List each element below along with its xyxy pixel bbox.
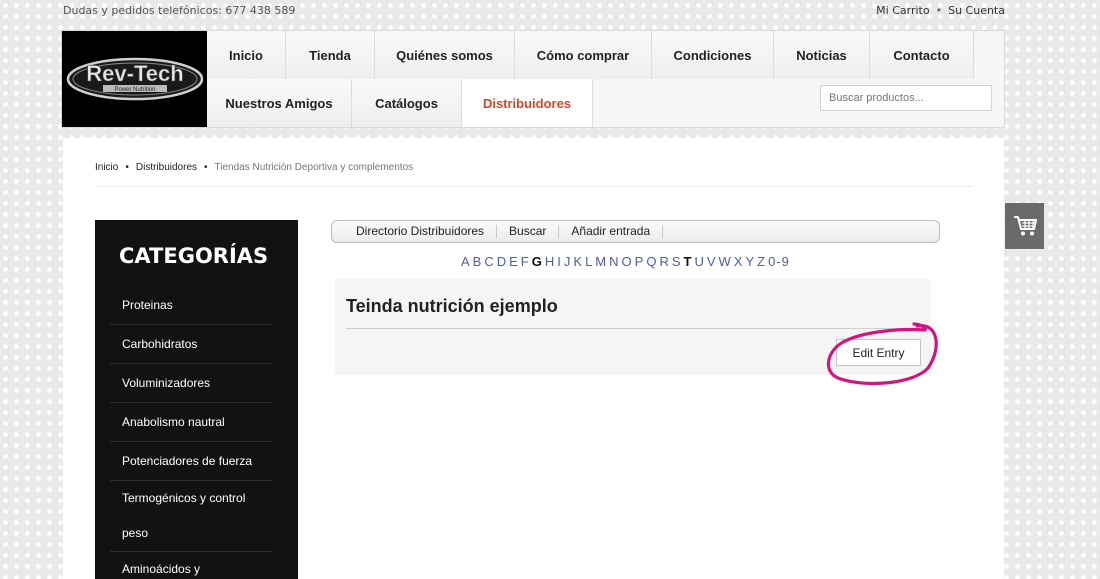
nav-tienda[interactable]: Tienda [286,31,375,79]
category-item-carbohidratos[interactable]: Carbohidratos [110,325,272,364]
letter-link[interactable]: M [595,254,607,269]
category-item-termogenicos[interactable]: Termogénicos y control [110,481,272,516]
entry-divider [346,328,931,329]
my-cart-link[interactable]: Mi Carrito [876,4,929,17]
breadcrumb-divider [95,186,973,187]
logo-text: Rev-Tech [86,61,183,86]
top-links: Mi Carrito • Su Cuenta [876,4,1005,17]
letter-link[interactable]: Z [757,254,766,269]
letter-link[interactable]: P [635,254,645,269]
floating-cart-button[interactable] [1005,203,1044,249]
site-logo[interactable]: Rev-Tech Power Nutrition [62,31,207,127]
nav-distribuidores[interactable]: Distribuidores [462,79,593,127]
letter-link[interactable]: Q [646,254,657,269]
edit-entry-button[interactable]: Edit Entry [836,339,921,366]
category-item-aminoacidos[interactable]: Aminoácidos y [110,552,272,579]
letter-link[interactable]: F [521,254,530,269]
letter-link[interactable]: H [545,254,555,269]
breadcrumb-inicio[interactable]: Inicio [95,162,118,173]
breadcrumb: Inicio • Distribuidores • Tiendas Nutrición … [95,162,413,173]
main-nav: Inicio Tienda Quiénes somos Cómo comprar… [207,31,974,79]
letter-link[interactable]: W [719,254,732,269]
categories-sidebar: CATEGORÍAS Proteinas Carbohidratos Volum… [95,220,298,579]
letter-link[interactable]: K [573,254,583,269]
tab-directorio[interactable]: Directorio Distribuidores [344,225,498,238]
nav-inicio[interactable]: Inicio [207,31,286,79]
letter-link[interactable]: O [622,254,633,269]
letter-link[interactable]: A [461,254,471,269]
letter-link[interactable]: L [585,254,593,269]
alphabet-index: A B C D E F G H I J K L M N O P Q R S T U V W X Y Z 0-9 [461,254,792,269]
nav-noticias[interactable]: Noticias [774,31,870,79]
nav-quienes-somos[interactable]: Quiénes somos [375,31,515,79]
letter-link[interactable]: V [707,254,717,269]
top-links-separator: • [935,4,943,17]
letter-link[interactable]: G [532,254,543,269]
breadcrumb-distribuidores[interactable]: Distribuidores [136,162,197,173]
letter-link[interactable]: S [672,254,682,269]
nav-como-comprar[interactable]: Cómo comprar [515,31,652,79]
secondary-nav: Nuestros Amigos Catálogos Distribuidores [207,79,593,127]
breadcrumb-separator: • [125,162,129,173]
phone-info: Dudas y pedidos telefónicos: 677 438 589 [63,4,296,17]
nav-nuestros-amigos[interactable]: Nuestros Amigos [207,79,352,127]
my-account-link[interactable]: Su Cuenta [948,4,1005,17]
letter-link[interactable]: T [684,254,693,269]
category-list: Proteinas Carbohidratos Voluminizadores … [110,286,272,579]
breadcrumb-current: Tiendas Nutrición Deportiva y complement… [214,162,414,173]
tab-buscar[interactable]: Buscar [497,225,560,238]
site-header: Rev-Tech Power Nutrition Inicio Tienda Q… [61,30,1005,128]
directory-menu: Directorio Distribuidores Buscar Añadir … [331,220,940,243]
letter-link[interactable]: J [564,254,572,269]
letter-link[interactable]: I [557,254,562,269]
letter-link[interactable]: E [509,254,519,269]
tab-anadir-entrada[interactable]: Añadir entrada [559,225,664,238]
entry-card: Teinda nutrición ejemplo Edit Entry [335,279,931,375]
nav-catalogos[interactable]: Catálogos [352,79,462,127]
search-input[interactable] [820,85,992,111]
nav-condiciones[interactable]: Condiciones [652,31,774,79]
entry-title[interactable]: Teinda nutrición ejemplo [346,296,558,317]
letter-link[interactable]: U [694,254,704,269]
letter-link[interactable]: R [659,254,669,269]
category-item-proteinas[interactable]: Proteinas [110,286,272,325]
category-item-anabolismo[interactable]: Anabolismo nautral [110,403,272,442]
letter-link[interactable]: B [473,254,483,269]
nav-contacto[interactable]: Contacto [870,31,974,79]
letter-link[interactable]: Y [745,254,755,269]
letter-link[interactable]: X [734,254,744,269]
letter-link[interactable]: D [497,254,507,269]
letter-link[interactable]: 0-9 [768,254,790,269]
letter-link[interactable]: N [609,254,619,269]
logo-graphic: Rev-Tech Power Nutrition [66,57,203,101]
logo-subtext: Power Nutrition [114,87,155,93]
sidebar-title: CATEGORÍAS [119,244,269,268]
category-item-voluminizadores[interactable]: Voluminizadores [110,364,272,403]
category-item-termogenicos-cont[interactable]: peso [110,516,272,552]
breadcrumb-separator: • [204,162,208,173]
cart-icon [1013,216,1037,236]
letter-link[interactable]: C [484,254,494,269]
category-item-potenciadores[interactable]: Potenciadores de fuerza [110,442,272,481]
main-content: Inicio • Distribuidores • Tiendas Nutrición … [63,138,1004,579]
